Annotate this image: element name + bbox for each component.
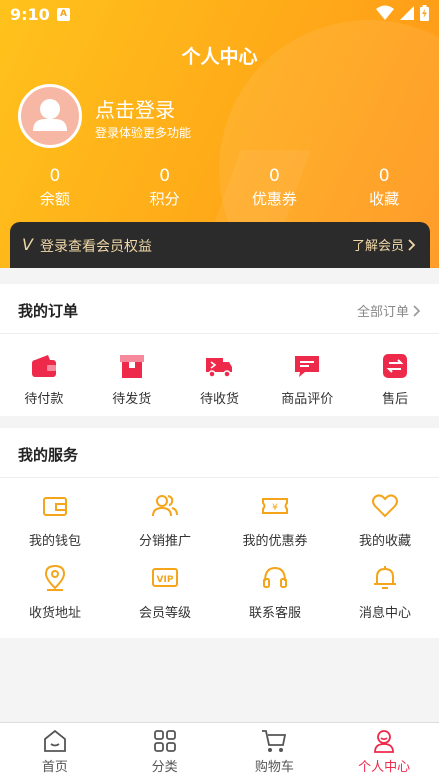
category-icon [153, 730, 176, 752]
all-orders-label: 全部订单 [356, 305, 409, 320]
coupon-icon: ¥ [262, 498, 288, 514]
chevron-right-icon [413, 304, 421, 317]
status-time: 9:10 [10, 5, 50, 24]
box-icon [119, 355, 144, 378]
tab-category[interactable]: 分类 [110, 723, 220, 780]
stat-value: 0 [159, 166, 171, 186]
stat-favorites[interactable]: 0 收藏 [329, 166, 439, 209]
service-label: 会员等级 [138, 606, 191, 621]
signal-icon [400, 6, 414, 20]
location-icon [44, 564, 66, 591]
services-title: 我的服务 [18, 446, 79, 464]
stat-label: 余额 [39, 190, 70, 208]
vip-icon: VIP [152, 568, 178, 587]
order-review[interactable]: 商品评价 [263, 336, 351, 407]
service-messages[interactable]: 消息中心 [330, 564, 439, 636]
exchange-icon [383, 354, 408, 378]
home-icon [43, 729, 66, 752]
service-label: 收货地址 [28, 606, 81, 621]
vip-more-label: 了解会员 [351, 239, 404, 254]
services-card: 我的服务 我的钱包 分销推广 ¥ 我的优惠券 我的收藏 收货地址 VIP 会员等… [0, 428, 439, 638]
vip-more-link[interactable]: 了解会员 [352, 235, 416, 254]
stat-coupons[interactable]: 0 优惠券 [220, 166, 330, 209]
tab-label: 首页 [41, 760, 68, 775]
login-subtitle: 登录体验更多功能 [95, 126, 192, 140]
stat-label: 积分 [149, 190, 180, 208]
cart-icon [262, 730, 287, 752]
service-label: 我的收藏 [358, 534, 411, 549]
wallet-outline-icon [43, 497, 67, 516]
wallet-icon [31, 355, 56, 377]
order-status-label: 商品评价 [281, 392, 334, 407]
chevron-right-icon [408, 238, 416, 251]
orders-card: 我的订单 全部订单 待付款 待发货 待收货 商品评价 售后 [0, 284, 439, 416]
service-label: 我的钱包 [28, 534, 81, 549]
tab-cart[interactable]: 购物车 [220, 723, 330, 780]
vip-banner[interactable]: V 登录查看会员权益 了解会员 [10, 222, 430, 268]
order-status-label: 待发货 [112, 392, 152, 407]
stat-value: 0 [378, 166, 390, 186]
service-address[interactable]: 收货地址 [0, 564, 110, 636]
tab-home[interactable]: 首页 [0, 723, 110, 780]
profile-header: 9:10 A 个人中心 点击登录 登录体验更多功能 0 余额 0 积分 0 优惠券 0… [0, 0, 439, 268]
stat-value: 0 [268, 166, 280, 186]
user-icon [374, 730, 395, 753]
heart-icon [372, 494, 398, 518]
vip-banner-text: 登录查看会员权益 [40, 239, 152, 255]
service-customer-support[interactable]: 联系客服 [220, 564, 330, 636]
comment-icon [295, 356, 320, 377]
bell-icon [374, 566, 396, 589]
app-notification-icon: A [57, 8, 70, 21]
service-label: 联系客服 [248, 606, 301, 621]
order-status-list: 待付款 待发货 待收货 商品评价 售后 [0, 336, 439, 407]
tab-label: 分类 [151, 760, 178, 775]
service-favorites[interactable]: 我的收藏 [330, 492, 439, 564]
all-orders-link[interactable]: 全部订单 [357, 301, 421, 320]
order-status-label: 待付款 [24, 392, 64, 407]
stat-label: 收藏 [369, 190, 400, 208]
stat-label: 优惠券 [251, 190, 297, 208]
svg-text:VIP: VIP [157, 575, 174, 585]
tab-label: 个人中心 [358, 760, 411, 775]
wifi-icon [376, 5, 394, 20]
order-pending-shipment[interactable]: 待发货 [88, 336, 176, 407]
order-pending-payment[interactable]: 待付款 [0, 336, 88, 407]
service-coupons[interactable]: ¥ 我的优惠券 [220, 492, 330, 564]
status-bar: 9:10 A [0, 0, 439, 30]
order-status-label: 待收货 [199, 392, 239, 407]
battery-icon [420, 5, 429, 21]
order-after-sales[interactable]: 售后 [351, 336, 439, 407]
page-title: 个人中心 [181, 46, 258, 68]
stat-points[interactable]: 0 积分 [110, 166, 220, 209]
service-label: 分销推广 [138, 534, 191, 549]
login-link[interactable]: 点击登录 [95, 94, 175, 123]
system-icons [376, 5, 429, 21]
service-wallet[interactable]: 我的钱包 [0, 492, 110, 564]
svg-text:¥: ¥ [272, 503, 278, 513]
order-pending-receipt[interactable]: 待收货 [176, 336, 264, 407]
service-label: 我的优惠券 [242, 534, 308, 549]
tab-profile[interactable]: 个人中心 [329, 723, 439, 780]
avatar[interactable] [18, 84, 82, 148]
stat-value: 0 [49, 166, 61, 186]
tab-label: 购物车 [254, 760, 294, 775]
vip-letter: V [22, 235, 33, 254]
service-vip-level[interactable]: VIP 会员等级 [110, 564, 220, 636]
headset-icon [263, 566, 287, 588]
bottom-tab-bar: 首页 分类 购物车 个人中心 [0, 722, 439, 780]
account-stats: 0 余额 0 积分 0 优惠券 0 收藏 [0, 166, 439, 209]
truck-icon [206, 358, 233, 378]
service-distribution[interactable]: 分销推广 [110, 492, 220, 564]
stat-balance[interactable]: 0 余额 [0, 166, 110, 209]
order-status-label: 售后 [382, 392, 409, 407]
services-header: 我的服务 [0, 428, 439, 478]
orders-header: 我的订单 全部订单 [0, 284, 439, 334]
orders-title: 我的订单 [18, 302, 79, 320]
users-icon [152, 495, 178, 517]
default-avatar-icon [33, 99, 67, 131]
service-label: 消息中心 [358, 606, 411, 621]
services-grid: 我的钱包 分销推广 ¥ 我的优惠券 我的收藏 收货地址 VIP 会员等级 联系客… [0, 478, 439, 636]
